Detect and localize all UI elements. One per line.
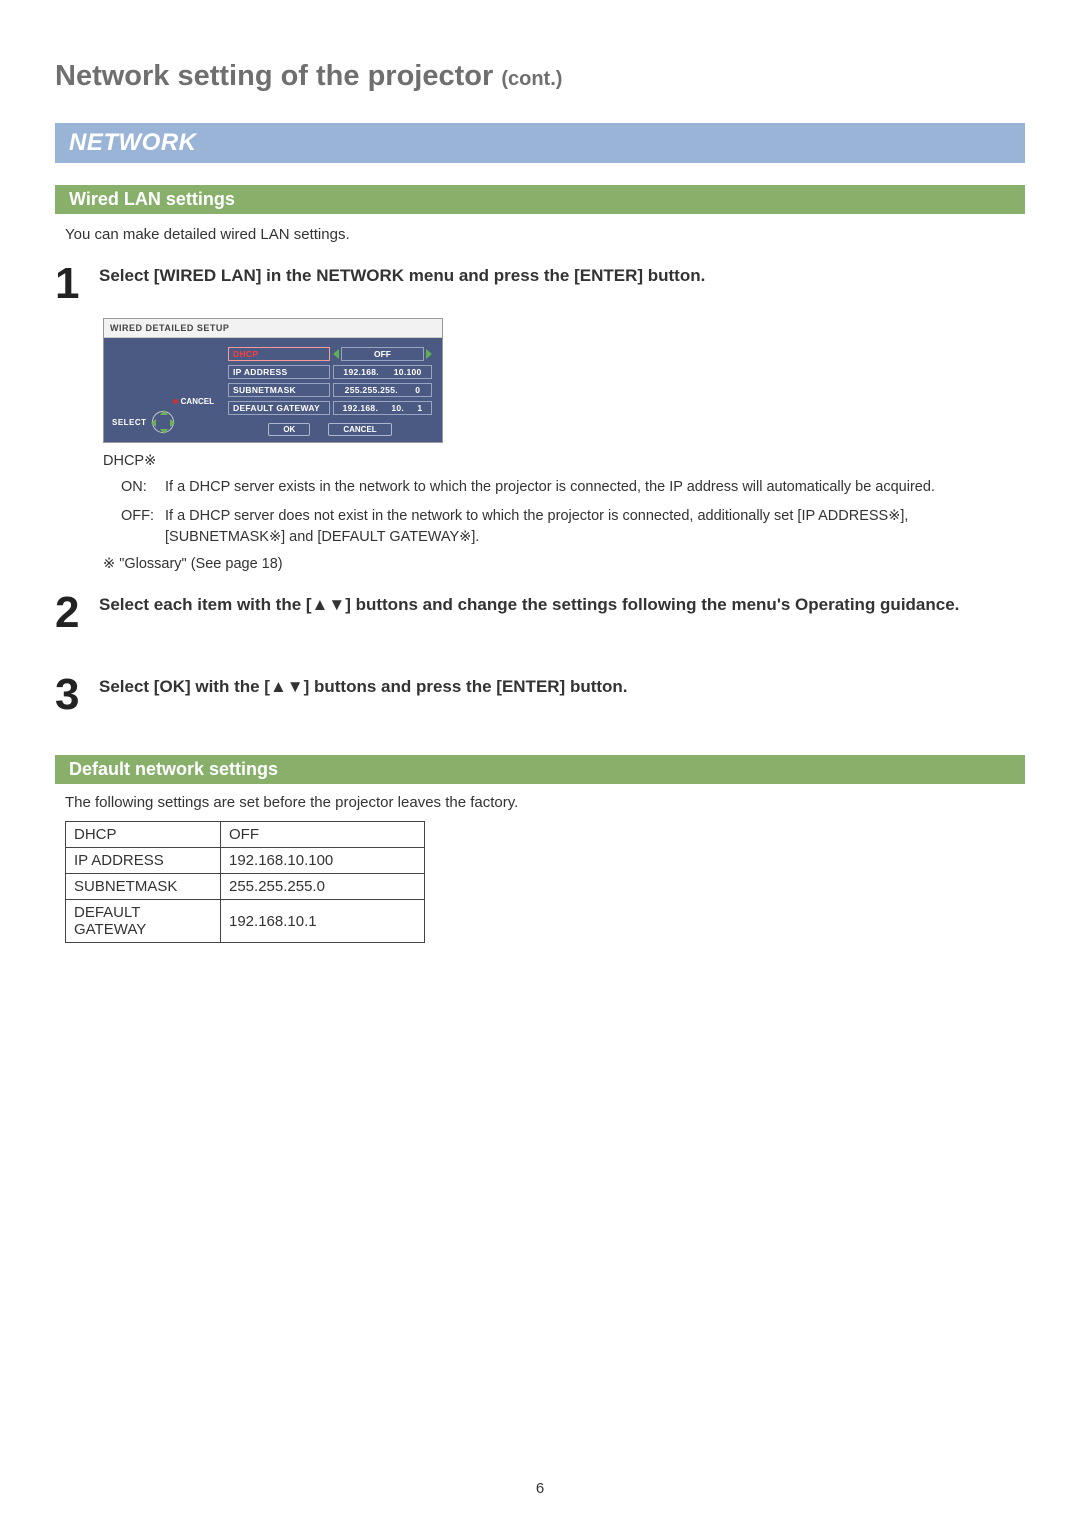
osd-row-ip: IP ADDRESS 192.168.10.100 <box>228 364 432 379</box>
table-row: DEFAULT GATEWAY 192.168.10.1 <box>66 900 425 943</box>
osd-row-subnetmask: SUBNETMASK 255.255.255.0 <box>228 382 432 397</box>
wired-lan-intro: You can make detailed wired LAN settings… <box>65 224 1025 245</box>
step-2-title: Select each item with the [▲▼] buttons a… <box>99 594 1025 616</box>
osd-title: WIRED DETAILED SETUP <box>104 319 442 338</box>
osd-row-gateway: DEFAULT GATEWAY 192.168.10.1 <box>228 400 432 415</box>
osd-sn-value: 255.255.255.0 <box>333 383 432 397</box>
dhcp-on-row: ON: If a DHCP server exists in the netwo… <box>103 477 1025 498</box>
page-number: 6 <box>0 1480 1080 1497</box>
defaults-ip-v: 192.168.10.100 <box>221 848 425 874</box>
osd-button-row: OK CANCEL <box>228 423 432 436</box>
defaults-gw-v: 192.168.10.1 <box>221 900 425 943</box>
step-1-number: 1 <box>55 263 99 302</box>
page-title-main: Network setting of the projector <box>55 60 493 92</box>
dpad-icon <box>151 410 175 434</box>
page-title-cont: (cont.) <box>501 68 562 90</box>
defaults-dhcp-k: DHCP <box>66 822 221 848</box>
subsection-defaults: Default network settings <box>55 755 1025 784</box>
cancel-dot-icon <box>173 399 178 404</box>
osd-gw-value: 192.168.10.1 <box>333 401 432 415</box>
osd-select-hint: SELECT <box>112 410 214 434</box>
glossary-note: ※ "Glossary" (See page 18) <box>103 556 1025 572</box>
arrow-right-icon <box>426 349 432 359</box>
glossary-mark: ※ <box>103 556 115 572</box>
dhcp-head-label: DHCP <box>103 453 144 469</box>
step-3-number: 3 <box>55 674 99 713</box>
arrow-left-icon <box>333 349 339 359</box>
table-row: IP ADDRESS 192.168.10.100 <box>66 848 425 874</box>
osd-row-dhcp: DHCP OFF <box>228 346 432 361</box>
osd-wrap: WIRED DETAILED SETUP CANCEL SELECT <box>103 318 1025 443</box>
step-2-number: 2 <box>55 592 99 631</box>
step-1-row: 1 Select [WIRED LAN] in the NETWORK menu… <box>55 263 1025 302</box>
defaults-dhcp-v: OFF <box>221 822 425 848</box>
dhcp-on-text: If a DHCP server exists in the network t… <box>165 477 1025 498</box>
dhcp-explain-block: DHCP※ ON: If a DHCP server exists in the… <box>103 453 1025 548</box>
glossary-text: "Glossary" (See page 18) <box>119 556 282 572</box>
dhcp-off-row: OFF: If a DHCP server does not exist in … <box>103 506 1025 548</box>
step-3-row: 3 Select [OK] with the [▲▼] buttons and … <box>55 674 1025 713</box>
step-2-row: 2 Select each item with the [▲▼] buttons… <box>55 592 1025 631</box>
step-1-title: Select [WIRED LAN] in the NETWORK menu a… <box>99 265 1025 287</box>
osd-ip-label: IP ADDRESS <box>228 365 330 379</box>
osd-dhcp-value: OFF <box>341 347 424 361</box>
osd-gw-label: DEFAULT GATEWAY <box>228 401 330 415</box>
section-heading: NETWORK <box>55 125 1025 161</box>
defaults-table: DHCP OFF IP ADDRESS 192.168.10.100 SUBNE… <box>65 821 425 943</box>
subsection-wired-lan: Wired LAN settings <box>55 185 1025 214</box>
osd-cancel-hint: CANCEL <box>112 397 214 406</box>
osd-ip-value: 192.168.10.100 <box>333 365 432 379</box>
osd-sn-label: SUBNETMASK <box>228 383 330 397</box>
osd-panel: WIRED DETAILED SETUP CANCEL SELECT <box>103 318 443 443</box>
defaults-ip-k: IP ADDRESS <box>66 848 221 874</box>
osd-cancel-label: CANCEL <box>181 397 214 406</box>
defaults-sn-v: 255.255.255.0 <box>221 874 425 900</box>
table-row: SUBNETMASK 255.255.255.0 <box>66 874 425 900</box>
dhcp-head-mark: ※ <box>144 453 156 469</box>
osd-ok-button: OK <box>268 423 310 436</box>
dhcp-off-text: If a DHCP server does not exist in the n… <box>165 506 1025 548</box>
dhcp-on-label: ON: <box>103 477 165 498</box>
dhcp-off-label: OFF: <box>103 506 165 548</box>
page-title: Network setting of the projector (cont.) <box>55 60 1025 93</box>
defaults-gw-k: DEFAULT GATEWAY <box>66 900 221 943</box>
defaults-sn-k: SUBNETMASK <box>66 874 221 900</box>
osd-dhcp-label: DHCP <box>228 347 330 361</box>
osd-cancel-button: CANCEL <box>328 423 391 436</box>
osd-select-label: SELECT <box>112 418 147 427</box>
section-bar-wrap: NETWORK <box>55 123 1025 163</box>
defaults-intro: The following settings are set before th… <box>65 794 1025 811</box>
table-row: DHCP OFF <box>66 822 425 848</box>
step-3-title: Select [OK] with the [▲▼] buttons and pr… <box>99 676 1025 698</box>
